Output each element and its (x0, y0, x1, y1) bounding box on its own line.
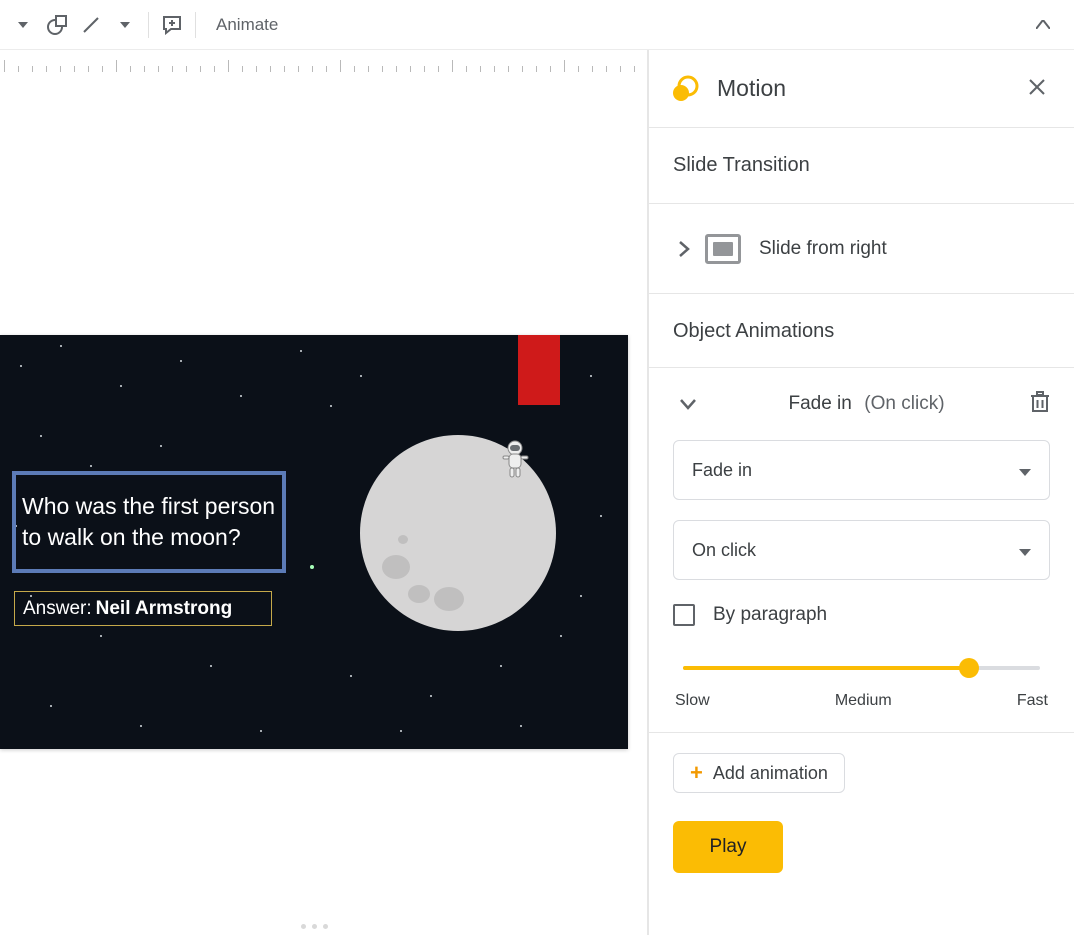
animation-summary-row[interactable]: Fade in (On click) (649, 368, 1074, 440)
animation-type-value: Fade in (692, 460, 752, 481)
animation-name-label: Fade in (788, 393, 851, 414)
line-button[interactable] (74, 8, 108, 42)
question-text-box[interactable]: Who was the first person to walk on the … (12, 471, 286, 573)
toolbar-dropdown-1[interactable] (6, 8, 40, 42)
chevron-down-icon (667, 398, 709, 410)
slide-transition-heading: Slide Transition (649, 128, 1074, 204)
line-dropdown[interactable] (108, 8, 142, 42)
speaker-notes-handle[interactable] (0, 917, 628, 935)
transition-row[interactable]: Slide from right (649, 204, 1074, 294)
toolbar: Animate (0, 0, 1074, 50)
play-button[interactable]: Play (673, 821, 783, 873)
transition-name: Slide from right (759, 238, 887, 260)
dropdown-triangle-icon (1019, 460, 1031, 481)
speed-slider[interactable]: Slow Medium Fast (673, 660, 1050, 710)
delete-animation-button[interactable] (1024, 385, 1056, 424)
red-rectangle-shape[interactable] (518, 335, 560, 405)
chevron-right-icon (663, 240, 705, 258)
question-text: Who was the first person to walk on the … (22, 491, 276, 553)
plus-icon: + (690, 760, 703, 786)
by-paragraph-checkbox[interactable] (673, 604, 695, 626)
slide-stage[interactable]: Who was the first person to walk on the … (0, 335, 628, 749)
motion-panel: Motion Slide Transition Slide from right… (648, 50, 1074, 935)
separator (148, 12, 149, 38)
motion-icon (671, 75, 699, 103)
slide-thumbnail-icon (705, 234, 741, 264)
answer-prefix: Answer: (23, 598, 92, 620)
speed-slow-label: Slow (675, 692, 710, 710)
speed-medium-label: Medium (835, 692, 892, 710)
shape-button[interactable] (40, 8, 74, 42)
close-panel-button[interactable] (1022, 70, 1052, 108)
speed-fast-label: Fast (1017, 692, 1048, 710)
answer-value: Neil Armstrong (96, 598, 233, 620)
collapse-toolbar-button[interactable] (1026, 8, 1060, 42)
slider-fill (683, 666, 969, 670)
separator (195, 12, 196, 38)
astronaut-image[interactable] (500, 440, 530, 480)
object-animations-heading: Object Animations (649, 294, 1074, 368)
slider-thumb[interactable] (959, 658, 979, 678)
comment-add-button[interactable] (155, 8, 189, 42)
answer-text-box[interactable]: Answer: Neil Armstrong (14, 591, 272, 626)
animation-trigger-label: (On click) (864, 393, 944, 414)
panel-title: Motion (717, 75, 786, 102)
animation-type-select[interactable]: Fade in (673, 440, 1050, 500)
animation-trigger-value: On click (692, 540, 756, 561)
by-paragraph-label: By paragraph (713, 604, 827, 626)
slide-canvas-area: Who was the first person to walk on the … (0, 50, 648, 935)
add-animation-label: Add animation (713, 763, 828, 784)
animate-button[interactable]: Animate (202, 8, 292, 42)
dropdown-triangle-icon (1019, 540, 1031, 561)
animation-trigger-select[interactable]: On click (673, 520, 1050, 580)
add-animation-button[interactable]: + Add animation (673, 753, 845, 793)
horizontal-ruler[interactable] (0, 50, 647, 72)
